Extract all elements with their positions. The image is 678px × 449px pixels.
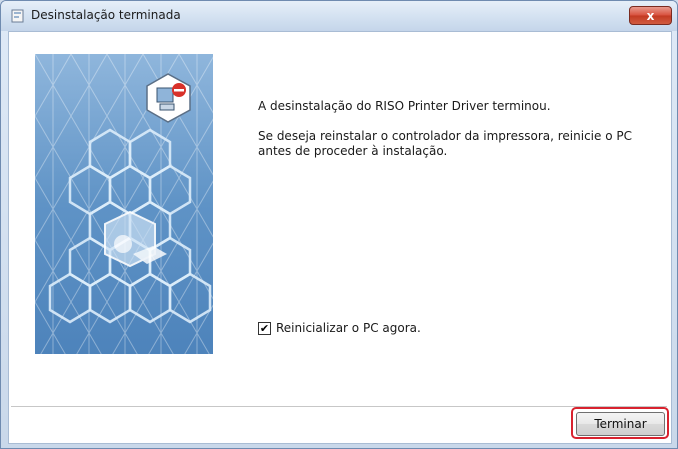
finish-button-highlight: [571, 407, 669, 439]
restart-checkbox[interactable]: ✔: [258, 322, 271, 335]
completion-message: A desinstalação do RISO Printer Driver t…: [258, 99, 551, 113]
installer-icon: [11, 9, 24, 23]
title-bar[interactable]: Desinstalação terminada x: [1, 1, 677, 31]
dialog-window: Desinstalação terminada x A desinstalaçã…: [0, 0, 678, 449]
window-title: Desinstalação terminada: [31, 8, 181, 22]
restart-checkbox-label[interactable]: Reinicializar o PC agora.: [276, 321, 421, 335]
dialog-body: A desinstalação do RISO Printer Driver t…: [8, 31, 672, 444]
close-icon: x: [646, 9, 655, 23]
close-button[interactable]: x: [629, 6, 672, 25]
divider: [11, 406, 667, 408]
checkmark-icon: ✔: [259, 322, 270, 335]
reinstall-instructions: Se deseja reinstalar o controlador da im…: [258, 129, 632, 158]
side-banner-image: [35, 54, 213, 354]
